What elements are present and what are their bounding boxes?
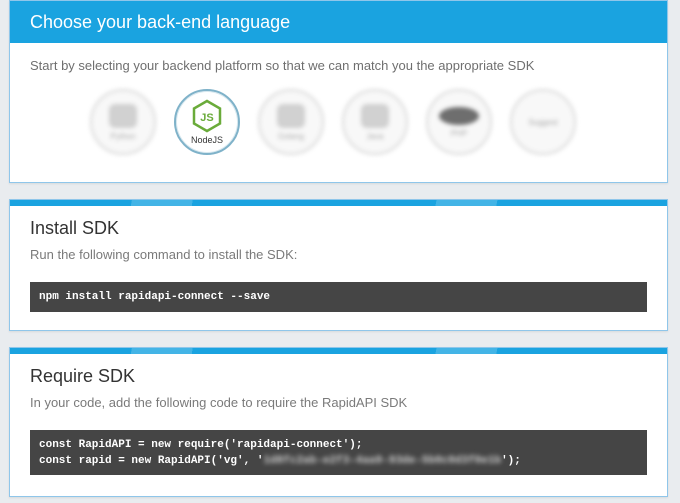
require-code-block[interactable]: const RapidAPI = new require('rapidapi-c… [30,430,647,475]
java-icon [361,103,389,128]
require-sdk-title: Require SDK [30,366,136,386]
nodejs-icon: JS [192,99,222,133]
install-sdk-description: Run the following command to install the… [30,247,298,262]
language-option-golang[interactable]: Golang [258,89,324,155]
code-line-2: const rapid = new RapidAPI('vg', '1d8fc2… [39,453,638,469]
card-accent-strip [10,348,667,354]
require-sdk-card: Require SDK In your code, add the follow… [9,347,668,497]
install-sdk-card: Install SDK Run the following command to… [9,199,668,331]
language-label: Golang [278,131,304,141]
card-accent-strip [10,200,667,206]
code-line-1: const RapidAPI = new require('rapidapi-c… [39,439,363,451]
backend-card-header: Choose your back-end language [10,1,667,43]
backend-card-description: Start by selecting your backend platform… [30,58,535,73]
install-sdk-title: Install SDK [30,218,120,238]
language-options: Python JS NodeJS Golang Java PHP Suggest [90,89,576,155]
api-key-redacted: 1d8fc2ab-e2f3-4aa9-93de-5b0c0d3f0e1b [263,455,502,467]
svg-text:JS: JS [200,112,213,124]
backend-language-card: Choose your back-end language Start by s… [9,0,668,183]
language-label: Python [110,131,136,141]
language-option-suggest[interactable]: Suggest [510,89,576,155]
code-line-2-prefix: const rapid = new RapidAPI('vg', ' [39,455,264,467]
language-label: NodeJS [190,135,224,145]
gopher-icon [277,103,305,128]
language-option-php[interactable]: PHP [426,89,492,155]
language-option-nodejs[interactable]: JS NodeJS [174,89,240,155]
install-command-code[interactable]: npm install rapidapi-connect --save [30,282,647,312]
python-icon [109,103,137,128]
php-icon [439,106,479,125]
install-command: npm install rapidapi-connect --save [39,291,271,303]
language-label: Java [366,131,384,141]
language-label: Suggest [528,117,558,127]
language-option-python[interactable]: Python [90,89,156,155]
require-sdk-description: In your code, add the following code to … [30,395,408,410]
code-line-2-suffix: '); [501,455,521,467]
language-label: PHP [450,128,468,138]
language-option-java[interactable]: Java [342,89,408,155]
